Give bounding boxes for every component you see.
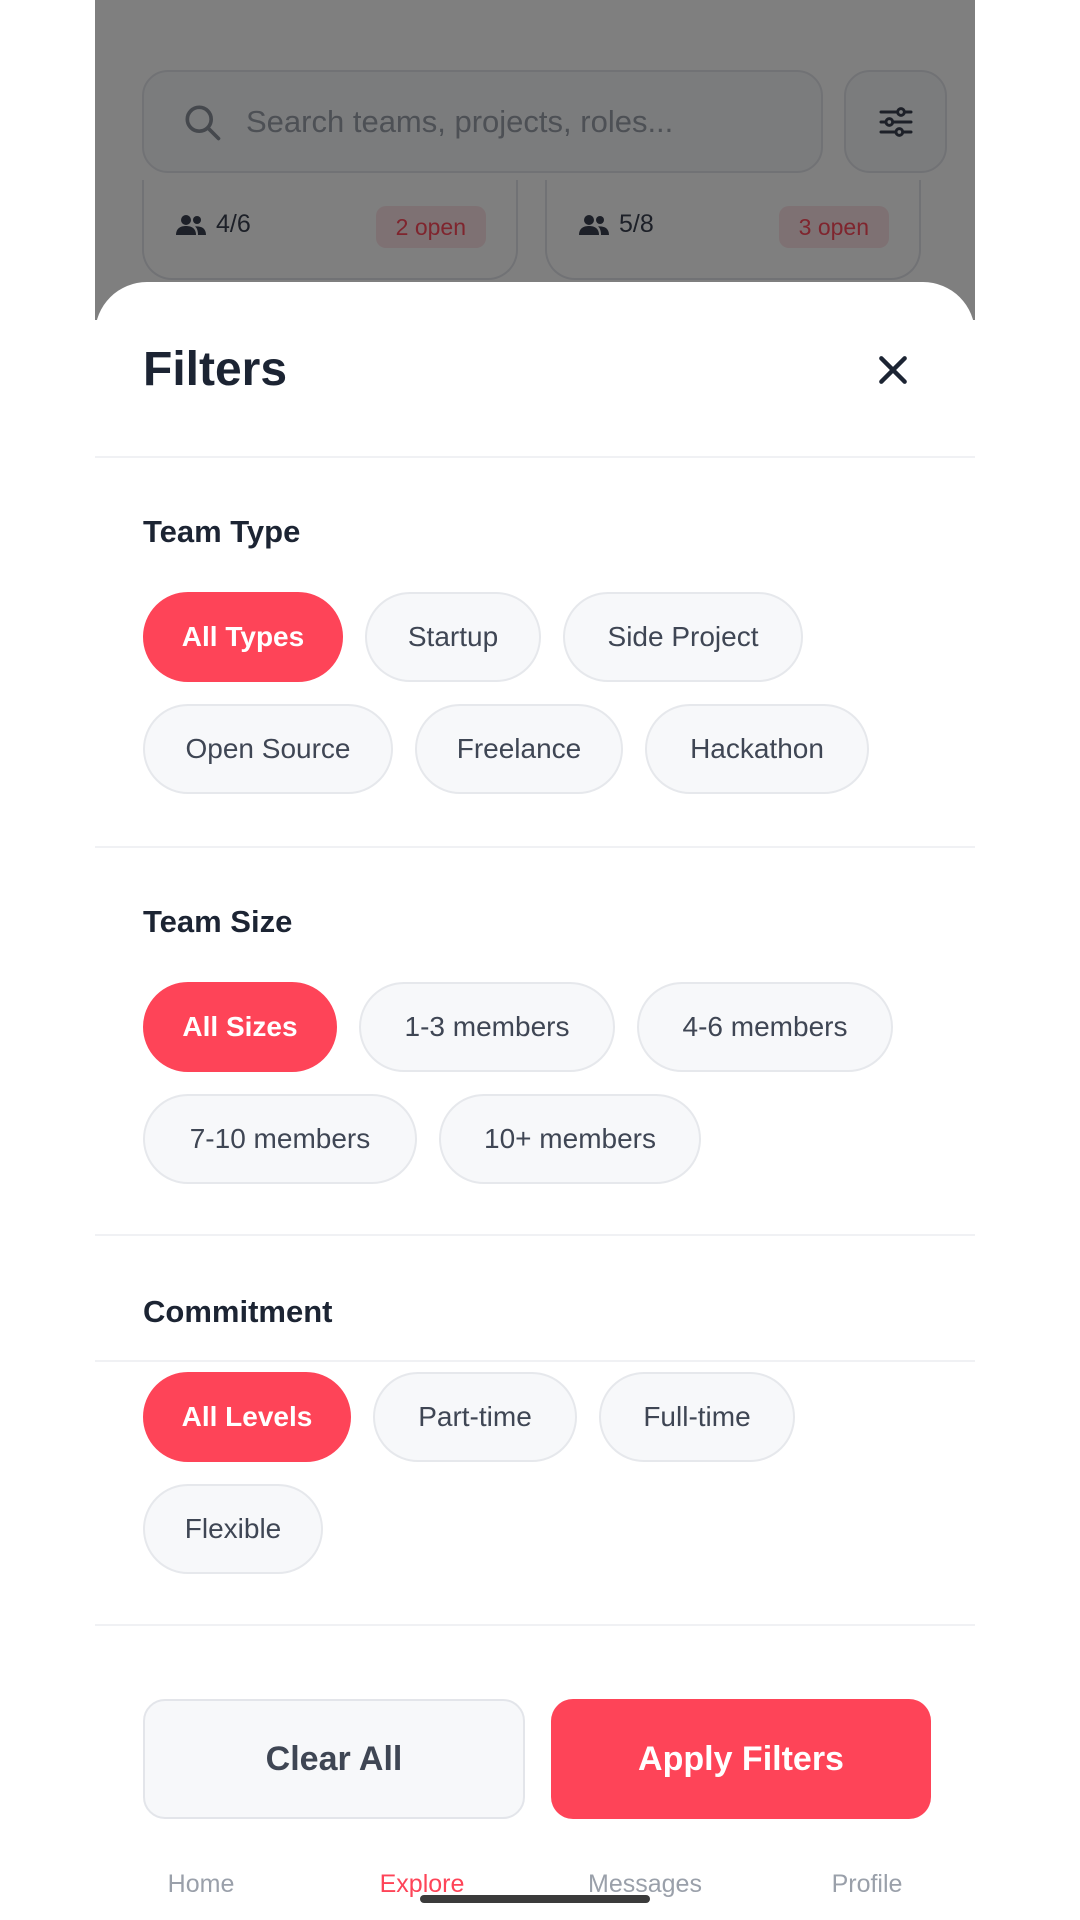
footer-divider xyxy=(95,1360,975,1362)
filters-sheet: Filters Team Type All Types Startup Side… xyxy=(95,282,975,1920)
chip-part-time[interactable]: Part-time xyxy=(373,1372,577,1462)
chip-all-types[interactable]: All Types xyxy=(143,592,343,682)
modal-backdrop[interactable] xyxy=(95,0,975,320)
sheet-title: Filters xyxy=(143,343,288,396)
clear-all-button[interactable]: Clear All xyxy=(143,1699,525,1819)
chip-all-sizes[interactable]: All Sizes xyxy=(143,982,337,1072)
chip-startup[interactable]: Startup xyxy=(365,592,541,682)
chip-4-6-members[interactable]: 4-6 members xyxy=(637,982,893,1072)
section-title: Commitment xyxy=(143,1294,333,1329)
sheet-header: Filters xyxy=(95,282,975,458)
chip-hackathon[interactable]: Hackathon xyxy=(645,704,869,794)
chip-freelance[interactable]: Freelance xyxy=(415,704,623,794)
apply-filters-button[interactable]: Apply Filters xyxy=(551,1699,931,1819)
home-indicator xyxy=(420,1895,650,1903)
section-commitment: Commitment All Levels Part-time Full-tim… xyxy=(95,1236,975,1626)
chip-full-time[interactable]: Full-time xyxy=(599,1372,795,1462)
chip-open-source[interactable]: Open Source xyxy=(143,704,393,794)
section-team-type: Team Type All Types Startup Side Project… xyxy=(95,458,975,848)
section-title: Team Size xyxy=(143,904,293,939)
chip-10-plus-members[interactable]: 10+ members xyxy=(439,1094,701,1184)
nav-profile[interactable]: Profile xyxy=(832,1870,903,1899)
close-button[interactable] xyxy=(865,342,921,398)
chip-1-3-members[interactable]: 1-3 members xyxy=(359,982,615,1072)
chip-7-10-members[interactable]: 7-10 members xyxy=(143,1094,417,1184)
chip-all-levels[interactable]: All Levels xyxy=(143,1372,351,1462)
section-title: Team Type xyxy=(143,514,301,549)
bottom-nav: Home Explore Messages Profile xyxy=(95,1855,975,1920)
section-team-size: Team Size All Sizes 1-3 members 4-6 memb… xyxy=(95,848,975,1236)
nav-home[interactable]: Home xyxy=(168,1870,235,1899)
chip-flexible[interactable]: Flexible xyxy=(143,1484,323,1574)
chip-side-project[interactable]: Side Project xyxy=(563,592,803,682)
close-icon xyxy=(879,356,907,384)
phone-screen: Search teams, projects, roles... 4 xyxy=(95,0,975,1920)
